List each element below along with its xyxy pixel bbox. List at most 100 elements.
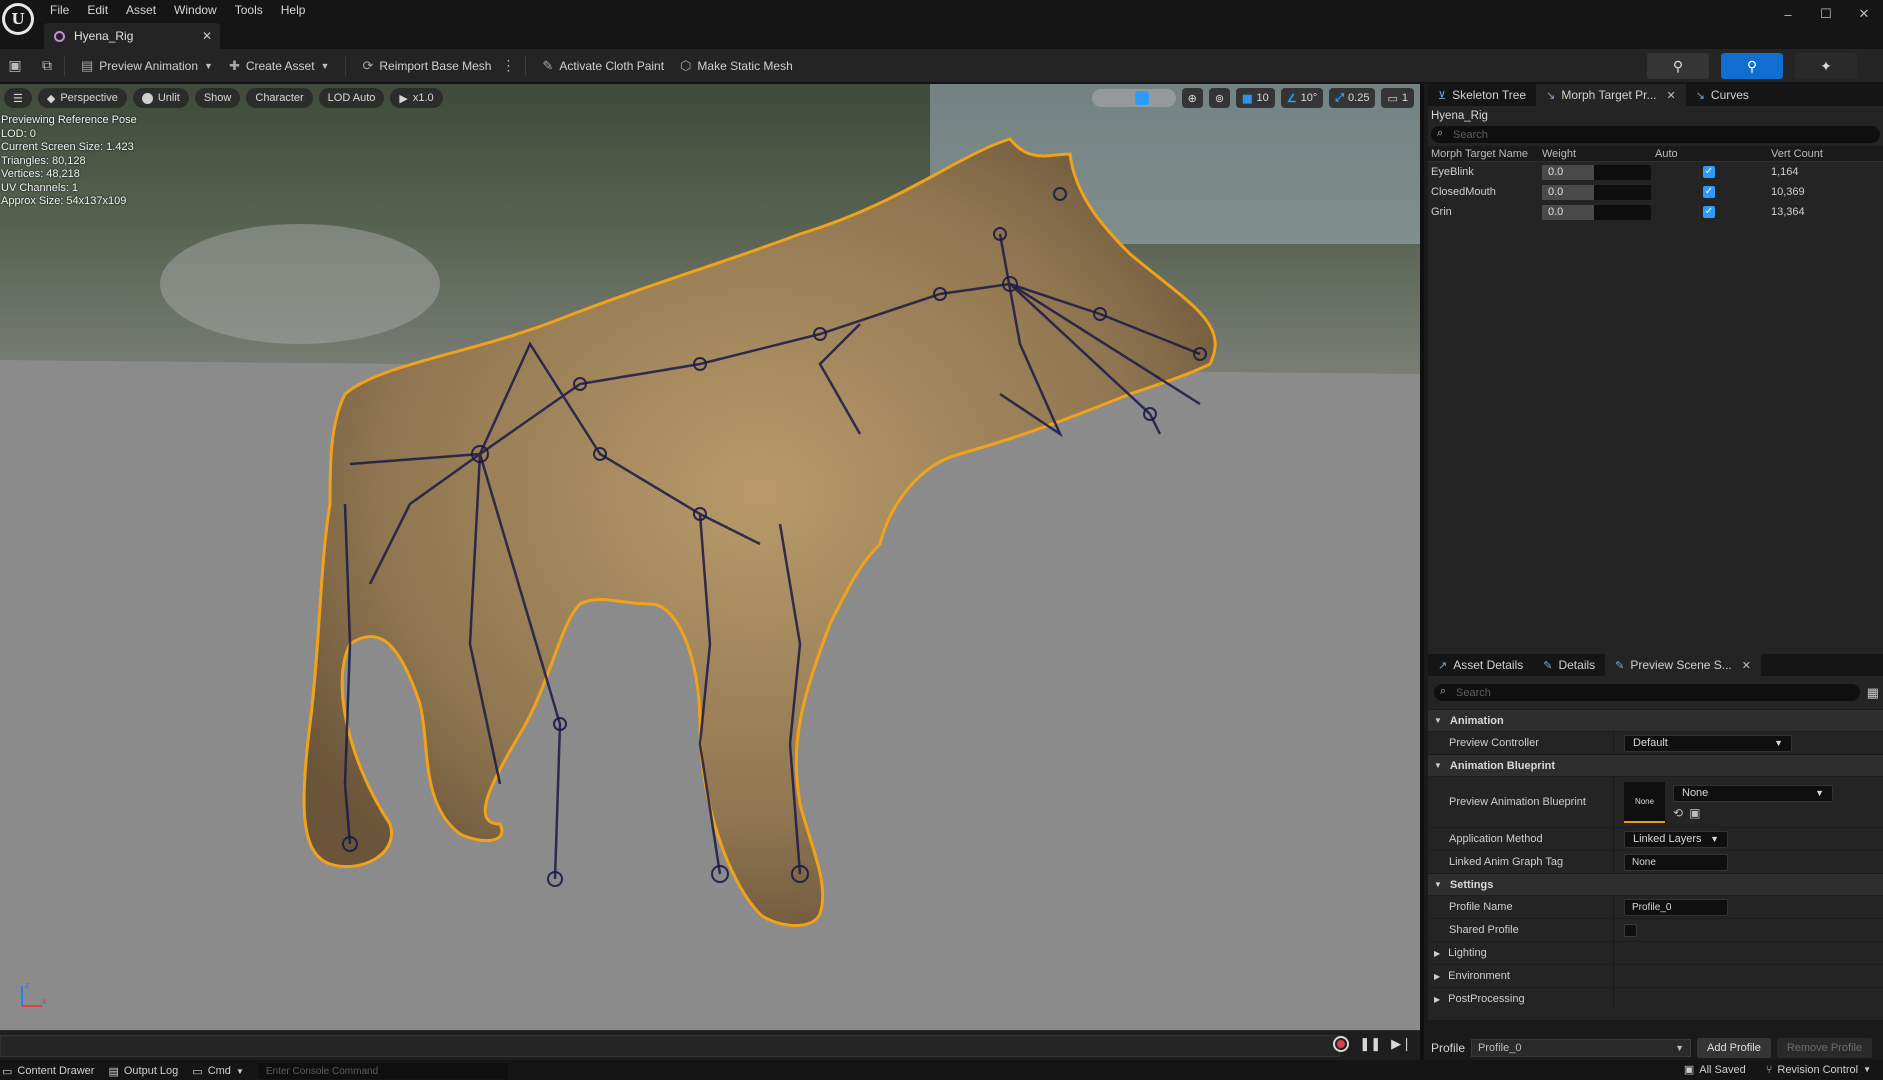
more-options-icon[interactable]: ⋮ bbox=[499, 57, 517, 75]
column-header[interactable]: Auto bbox=[1655, 148, 1767, 160]
view-mode-button[interactable]: Unlit bbox=[132, 88, 189, 108]
use-selected-icon[interactable]: ⟲ bbox=[1673, 806, 1683, 820]
morph-asset-name: Hyena_Rig bbox=[1431, 110, 1488, 122]
step-forward-icon[interactable]: ▶❘ bbox=[1391, 1036, 1412, 1052]
document-tab[interactable]: Hyena_Rig ✕ bbox=[44, 23, 220, 49]
column-header[interactable]: Morph Target Name bbox=[1428, 148, 1542, 160]
tab-asset-details[interactable]: ↗ Asset Details bbox=[1428, 654, 1533, 676]
revision-control-button[interactable]: ⑂ Revision Control ▼ bbox=[1766, 1063, 1871, 1076]
menu-asset[interactable]: Asset bbox=[120, 2, 168, 18]
sphere-icon bbox=[141, 92, 153, 104]
table-row[interactable]: Grin 0.0 ✓ 13,364 bbox=[1428, 202, 1883, 222]
show-button[interactable]: Show bbox=[194, 88, 241, 108]
create-asset-button[interactable]: ✚ Create Asset ▼ bbox=[221, 53, 338, 79]
unreal-logo-icon[interactable]: U bbox=[2, 3, 34, 35]
activate-cloth-paint-button[interactable]: ✎ Activate Cloth Paint bbox=[534, 53, 672, 79]
close-icon[interactable]: ✕ bbox=[1666, 89, 1675, 102]
timeline-scrubber[interactable] bbox=[0, 1035, 1340, 1057]
property-matrix-icon[interactable]: ▦ bbox=[1867, 685, 1879, 701]
world-local-button[interactable]: ⊕ bbox=[1181, 88, 1203, 108]
all-saved-button[interactable]: ▣ All Saved bbox=[1684, 1063, 1746, 1077]
save-icon[interactable]: ▣ bbox=[6, 57, 24, 75]
camera-speed-button[interactable]: ▭ 1 bbox=[1381, 88, 1414, 108]
reimport-base-mesh-button[interactable]: ⟳ Reimport Base Mesh bbox=[354, 53, 499, 79]
transform-mode-toggle[interactable] bbox=[1091, 89, 1176, 107]
animation-mode-button[interactable]: ✦ bbox=[1795, 53, 1857, 79]
shared-profile-checkbox[interactable] bbox=[1624, 923, 1637, 937]
playback-speed-button[interactable]: ▶ x1.0 bbox=[390, 88, 443, 108]
auto-checkbox[interactable]: ✓ bbox=[1703, 186, 1715, 198]
morph-target-table: Morph Target Name Weight Auto Vert Count… bbox=[1428, 146, 1883, 222]
search-icon: ⌕ bbox=[1437, 127, 1444, 139]
application-method-dropdown[interactable]: Linked Layers ▼ bbox=[1624, 830, 1728, 848]
add-profile-button[interactable]: Add Profile bbox=[1697, 1038, 1771, 1058]
category-animation[interactable]: ▼ Animation bbox=[1428, 709, 1883, 731]
property-row-environment[interactable]: ▶ Environment bbox=[1428, 964, 1883, 987]
record-button[interactable] bbox=[1333, 1036, 1350, 1052]
vert-count: 13,364 bbox=[1771, 206, 1805, 218]
tab-details[interactable]: ✎ Details bbox=[1533, 654, 1605, 676]
character-button[interactable]: Character bbox=[246, 88, 313, 108]
browse-folder-icon[interactable]: ▣ bbox=[1689, 806, 1700, 820]
property-row-postprocessing[interactable]: ▶ PostProcessing bbox=[1428, 987, 1883, 1010]
mesh-mode-button[interactable]: ⚲ bbox=[1721, 53, 1783, 79]
output-log-button[interactable]: ▤ Output Log bbox=[108, 1065, 178, 1078]
tab-skeleton-tree[interactable]: ⊻ Skeleton Tree bbox=[1428, 84, 1536, 106]
linked-anim-graph-tag-input[interactable]: None bbox=[1624, 853, 1728, 871]
curves-icon: ↘ bbox=[1695, 89, 1705, 102]
menu-window[interactable]: Window bbox=[168, 2, 229, 18]
content-drawer-button[interactable]: ▭ Content Drawer bbox=[2, 1065, 94, 1078]
column-header[interactable]: Weight bbox=[1542, 148, 1655, 160]
perspective-button[interactable]: ◆ Perspective bbox=[37, 88, 127, 108]
maximize-button[interactable]: ☐ bbox=[1807, 0, 1845, 28]
close-tab-icon[interactable]: ✕ bbox=[202, 29, 212, 43]
make-static-mesh-button[interactable]: ⬡ Make Static Mesh bbox=[672, 53, 801, 79]
menu-file[interactable]: File bbox=[44, 2, 81, 18]
browse-asset-icon[interactable]: ⧉ bbox=[38, 57, 56, 75]
menu-help[interactable]: Help bbox=[275, 2, 318, 18]
surface-snap-button[interactable]: ⊚ bbox=[1208, 88, 1231, 108]
category-animation-blueprint[interactable]: ▼ Animation Blueprint bbox=[1428, 754, 1883, 776]
rotation-snap-button[interactable]: ∠ 10° bbox=[1280, 88, 1324, 108]
lod-button[interactable]: LOD Auto bbox=[318, 88, 385, 108]
profile-dropdown[interactable]: Profile_0 ▼ bbox=[1471, 1039, 1692, 1057]
menu-tools[interactable]: Tools bbox=[229, 2, 275, 18]
menu-edit[interactable]: Edit bbox=[81, 2, 120, 18]
table-row[interactable]: EyeBlink 0.0 ✓ 1,164 bbox=[1428, 162, 1883, 182]
chevron-down-icon: ▼ bbox=[1434, 716, 1442, 725]
weight-input[interactable]: 0.0 bbox=[1542, 184, 1651, 200]
anim-blueprint-picker[interactable]: None ▼ bbox=[1673, 784, 1833, 802]
property-label: Preview Animation Blueprint bbox=[1428, 777, 1614, 827]
property-row-lighting[interactable]: ▶ Lighting bbox=[1428, 941, 1883, 964]
tab-preview-scene-settings[interactable]: ✎ Preview Scene S... ✕ bbox=[1605, 654, 1761, 676]
viewport-menu-button[interactable]: ☰ bbox=[4, 88, 32, 108]
auto-checkbox[interactable]: ✓ bbox=[1703, 166, 1715, 178]
auto-checkbox[interactable]: ✓ bbox=[1703, 206, 1715, 218]
cmd-dropdown[interactable]: ▭ Cmd ▼ bbox=[192, 1065, 244, 1078]
details-search-input[interactable]: ⌕ Search bbox=[1434, 684, 1860, 701]
category-settings[interactable]: ▼ Settings bbox=[1428, 873, 1883, 895]
console-command-input[interactable]: Enter Console Command bbox=[257, 1063, 508, 1079]
tab-curves[interactable]: ↘ Curves bbox=[1686, 84, 1759, 106]
pause-icon[interactable]: ❚❚ bbox=[1359, 1036, 1381, 1052]
minimize-button[interactable]: – bbox=[1769, 0, 1807, 28]
table-row[interactable]: ClosedMouth 0.0 ✓ 10,369 bbox=[1428, 182, 1883, 202]
close-window-button[interactable]: ✕ bbox=[1845, 0, 1883, 28]
skeleton-mode-button[interactable]: ⚲ bbox=[1647, 53, 1709, 79]
asset-thumbnail[interactable]: None bbox=[1624, 781, 1665, 823]
profile-name-input[interactable]: Profile_0 bbox=[1624, 898, 1728, 916]
grid-snap-button[interactable]: ▦ 10 bbox=[1236, 88, 1275, 108]
scale-snap-button[interactable]: ⤢ 0.25 bbox=[1329, 88, 1376, 108]
weight-input[interactable]: 0.0 bbox=[1542, 164, 1651, 180]
viewport[interactable]: ☰ ◆ Perspective Unlit Show Character LOD … bbox=[0, 84, 1420, 1030]
tab-morph-target[interactable]: ↘ Morph Target Pr... ✕ bbox=[1536, 84, 1686, 106]
skeleton-icon: ⚲ bbox=[1672, 57, 1684, 74]
preview-animation-button[interactable]: ▤ Preview Animation ▼ bbox=[73, 53, 221, 79]
preview-controller-dropdown[interactable]: Default ▼ bbox=[1624, 734, 1792, 752]
close-icon[interactable]: ✕ bbox=[1742, 659, 1751, 672]
weight-input[interactable]: 0.0 bbox=[1542, 204, 1651, 220]
column-header[interactable]: Vert Count bbox=[1767, 148, 1883, 160]
remove-profile-button[interactable]: Remove Profile bbox=[1776, 1038, 1873, 1058]
morph-search-input[interactable]: ⌕ Search bbox=[1431, 126, 1880, 143]
angle-icon: ∠ bbox=[1286, 92, 1297, 105]
